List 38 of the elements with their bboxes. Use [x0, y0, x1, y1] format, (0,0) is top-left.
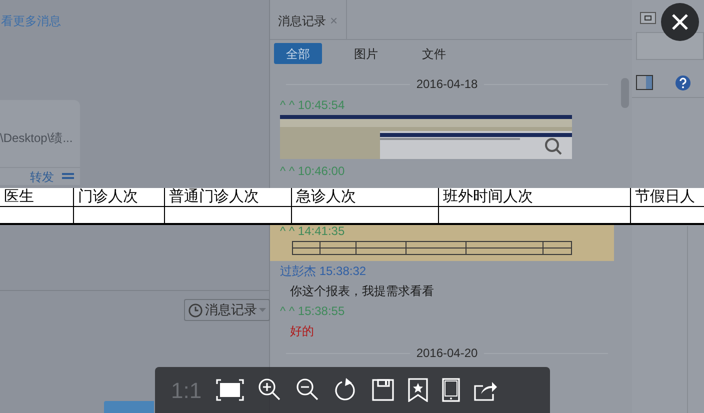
restore-icon[interactable]	[640, 12, 656, 24]
fit-screen-icon[interactable]	[216, 379, 244, 401]
save-icon[interactable]	[372, 379, 394, 401]
help-icon[interactable]	[675, 74, 691, 90]
tablet-icon[interactable]	[442, 378, 460, 402]
message-header: ^ ^ 10:46:00	[280, 163, 345, 180]
table-header-cell-text: 医生	[3, 188, 35, 206]
table-thumbnail[interactable]	[292, 241, 572, 255]
message-header: ^ ^ 14:41:35	[280, 223, 345, 240]
rotate-icon[interactable]	[334, 378, 358, 402]
bookmark-star-icon[interactable]	[408, 378, 428, 402]
scrollbar-thumb[interactable]	[621, 78, 629, 108]
date-separator: 2016-04-20	[416, 345, 478, 362]
table-header-cell: 普通门诊人次	[164, 188, 291, 206]
message-header: ^ ^ 10:45:54	[280, 97, 345, 114]
history-tab[interactable]: 消息记录 ×	[270, 0, 347, 39]
clock-icon[interactable]	[188, 302, 203, 318]
zoom-in-icon[interactable]	[258, 378, 282, 402]
date-separator: 2016-04-18	[416, 76, 478, 93]
filter-tab[interactable]: 全部	[274, 43, 322, 64]
zoom-out-icon[interactable]	[296, 378, 320, 402]
table-header-cell: 节假日人	[630, 188, 704, 206]
table-header-cell: 急诊人次	[291, 188, 438, 206]
filter-tab[interactable]: 图片	[342, 43, 390, 64]
message-header: ^ ^ 15:38:55	[280, 303, 345, 320]
history-button[interactable]: 消息记录	[184, 299, 270, 321]
message-text: 你这个报表，我提需求看看	[289, 283, 434, 300]
message-text: 好的	[289, 323, 314, 340]
screenshot-thumbnail[interactable]	[280, 115, 572, 159]
close-button[interactable]	[661, 3, 699, 41]
filter-tab[interactable]: 文件	[410, 43, 458, 64]
table-header-cell: 班外时间人次	[438, 188, 630, 206]
table-header-cell: 门诊人次	[73, 188, 164, 206]
panel-icon[interactable]	[636, 75, 653, 90]
share-icon[interactable]	[474, 379, 498, 401]
message-header: 过彭杰 15:38:32	[280, 263, 366, 280]
forward-link[interactable]: 转发	[30, 170, 54, 184]
file-path: \Desktop\绩...	[0, 130, 74, 147]
